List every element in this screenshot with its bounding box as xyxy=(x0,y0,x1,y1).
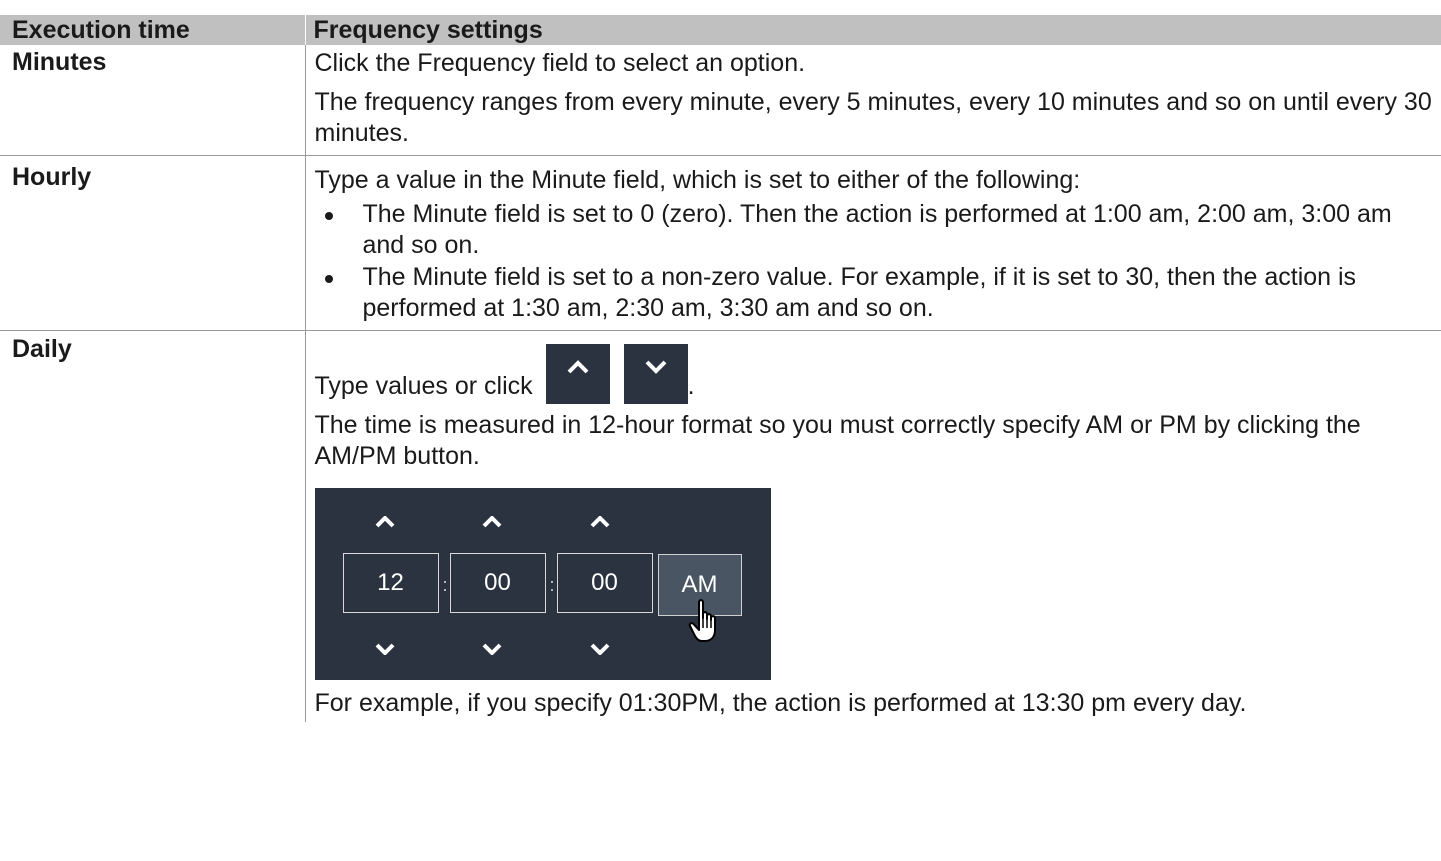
chevron-up-icon[interactable] xyxy=(590,516,610,528)
chevron-up-icon xyxy=(567,360,589,374)
frequency-table: Execution time Frequency settings Minute… xyxy=(0,15,1441,722)
hand-cursor-icon xyxy=(688,599,716,642)
chevron-up-icon[interactable] xyxy=(375,516,395,528)
daily-paragraph-1: Type values or click . xyxy=(314,342,1436,404)
minute-field[interactable]: 00 xyxy=(449,553,546,613)
list-item: The Minute field is set to a non-zero va… xyxy=(315,262,1436,324)
row-content-minutes: Click the Frequency field to select an o… xyxy=(305,45,1441,156)
time-separator: : xyxy=(442,575,448,595)
row-label-minutes: Minutes xyxy=(0,45,306,156)
row-content-hourly: Type a value in the Minute field, which … xyxy=(305,155,1441,331)
table-row: Daily Type values or click . The time is… xyxy=(0,330,1441,723)
daily-paragraph-1-end: . xyxy=(687,372,695,400)
table-row: Hourly Type a value in the Minute field,… xyxy=(0,155,1441,331)
document-page: Execution time Frequency settings Minute… xyxy=(0,0,1441,861)
hourly-paragraph-1: Type a value in the Minute field, which … xyxy=(314,166,1081,194)
hourly-bullet-list: The Minute field is set to 0 (zero). The… xyxy=(315,199,1436,324)
header-execution-time: Execution time xyxy=(0,15,306,45)
row-label-daily: Daily xyxy=(0,330,306,722)
row-label-hourly: Hourly xyxy=(0,155,306,331)
minutes-paragraph-1: Click the Frequency field to select an o… xyxy=(314,49,806,77)
daily-paragraph-3: For example, if you specify 01:30PM, the… xyxy=(314,689,1247,717)
time-separator: : xyxy=(549,575,555,595)
second-field[interactable]: 00 xyxy=(556,553,653,613)
minutes-paragraph-2: The frequency ranges from every minute, … xyxy=(314,88,1432,147)
table-header-row: Execution time Frequency settings xyxy=(0,15,1441,45)
chevron-down-icon[interactable] xyxy=(375,643,395,655)
chevron-down-icon xyxy=(645,360,667,374)
time-picker: 12 : 00 : 00 AM xyxy=(314,488,771,680)
daily-paragraph-1-text: Type values or click xyxy=(314,372,533,400)
row-content-daily: Type values or click . The time is measu… xyxy=(305,331,1441,723)
daily-paragraph-2: The time is measured in 12-hour format s… xyxy=(314,411,1361,470)
header-frequency-settings: Frequency settings xyxy=(305,15,1441,45)
chevron-down-icon[interactable] xyxy=(482,643,502,655)
list-item: The Minute field is set to 0 (zero). The… xyxy=(315,199,1436,261)
hour-field[interactable]: 12 xyxy=(342,553,439,613)
chevron-down-icon[interactable] xyxy=(590,643,610,655)
decrement-button[interactable] xyxy=(623,344,688,404)
increment-button[interactable] xyxy=(545,344,610,404)
table-row: Minutes Click the Frequency field to sel… xyxy=(0,45,1441,156)
chevron-up-icon[interactable] xyxy=(482,516,502,528)
